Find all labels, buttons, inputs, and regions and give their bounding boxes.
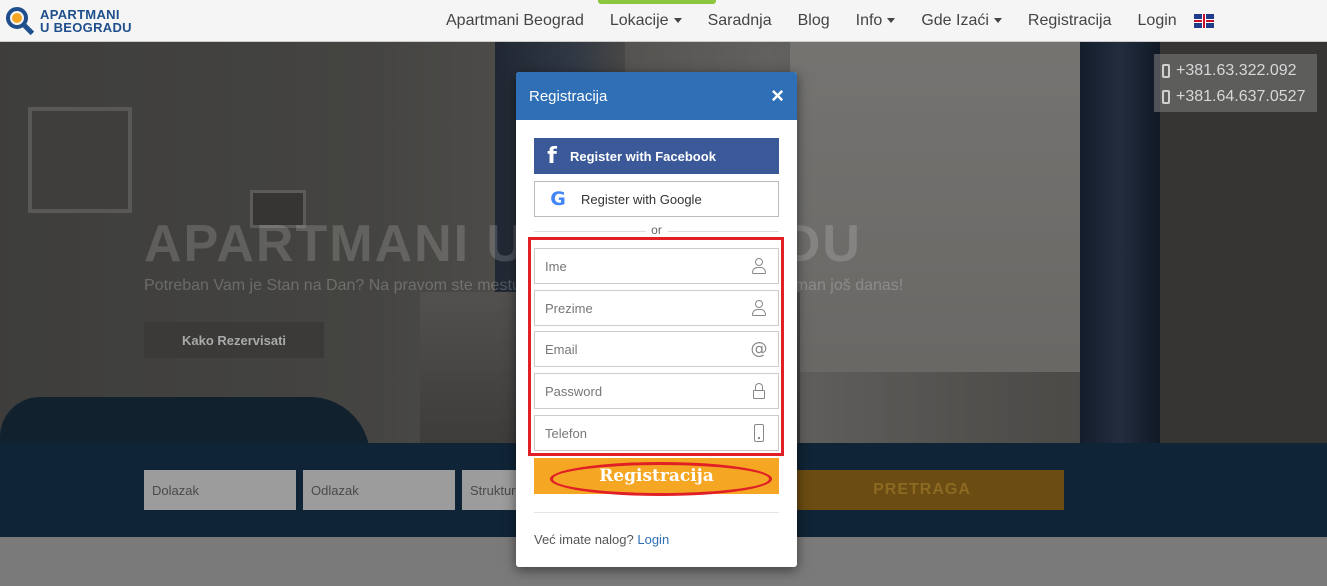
arrival-date-input[interactable]: Dolazak xyxy=(144,470,296,510)
login-link[interactable]: Login xyxy=(637,532,669,547)
nav-item-gde-izaci[interactable]: Gde Izaći xyxy=(908,12,1015,30)
lock-icon xyxy=(750,382,768,400)
nav-item-label: Registracija xyxy=(1027,12,1112,29)
top-navbar: APARTMANI U BEOGRADU Apartmani Beograd L… xyxy=(0,0,1327,42)
modal-footer: Već imate nalog? Login xyxy=(534,532,669,547)
search-button[interactable]: PRETRAGA xyxy=(780,470,1064,510)
caret-down-icon xyxy=(673,18,682,24)
modal-divider xyxy=(534,512,779,513)
nav-item-label: Login xyxy=(1137,12,1177,29)
phone-input[interactable] xyxy=(545,425,735,441)
user-icon xyxy=(750,257,768,275)
nav-item-lokacije[interactable]: Lokacije xyxy=(597,12,695,30)
logo-text: APARTMANI U BEOGRADU xyxy=(40,8,132,34)
mobile-phone-icon xyxy=(1162,90,1170,104)
modal-title: Registracija xyxy=(529,87,608,105)
caret-down-icon xyxy=(993,18,1002,24)
register-google-button[interactable]: G Register with Google xyxy=(534,181,779,217)
phone-number: +381.63.322.092 xyxy=(1176,62,1297,79)
phone-field[interactable] xyxy=(534,415,779,451)
nav-item-label: Saradnja xyxy=(707,12,772,29)
nav-item-apartmani-beograd[interactable]: Apartmani Beograd xyxy=(433,12,597,30)
close-icon[interactable]: × xyxy=(771,85,784,107)
nav-item-registracija[interactable]: Registracija xyxy=(1015,12,1125,30)
registration-modal: Registracija × f Register with Facebook … xyxy=(516,72,797,567)
facebook-button-label: Register with Facebook xyxy=(570,148,716,164)
nav-item-label: Apartmani Beograd xyxy=(446,12,584,29)
footer-prefix-text: Već imate nalog? xyxy=(534,532,634,547)
facebook-icon: f xyxy=(547,143,557,169)
nav-item-label: Info xyxy=(855,12,883,29)
nav-item-saradnja[interactable]: Saradnja xyxy=(695,12,785,30)
or-divider: or xyxy=(534,223,779,239)
nav-item-label: Blog xyxy=(797,12,830,29)
nav-item-label: Lokacije xyxy=(609,12,669,29)
uk-flag-icon[interactable] xyxy=(1193,14,1214,28)
phone-number: +381.64.637.0527 xyxy=(1176,88,1306,105)
first-name-input[interactable] xyxy=(545,258,735,274)
mobile-phone-icon xyxy=(1162,64,1170,78)
register-submit-button[interactable]: Registracija xyxy=(534,458,779,494)
google-button-label: Register with Google xyxy=(581,191,702,207)
at-sign-icon: @ xyxy=(750,339,768,359)
departure-date-input[interactable]: Odlazak xyxy=(303,470,455,510)
password-input[interactable] xyxy=(545,383,735,399)
first-name-field[interactable] xyxy=(534,248,779,284)
magnifier-logo-icon xyxy=(4,5,36,37)
register-facebook-button[interactable]: f Register with Facebook xyxy=(534,138,779,174)
caret-down-icon xyxy=(887,18,896,24)
last-name-field[interactable] xyxy=(534,290,779,326)
user-icon xyxy=(750,299,768,317)
email-input[interactable] xyxy=(545,341,735,357)
email-field[interactable]: @ xyxy=(534,331,779,367)
mobile-phone-icon xyxy=(750,424,768,442)
phone-line[interactable]: +381.64.637.0527 xyxy=(1160,84,1311,110)
last-name-input[interactable] xyxy=(545,300,735,316)
nav-links: Apartmani Beograd Lokacije Saradnja Blog… xyxy=(433,0,1214,42)
modal-header: Registracija × xyxy=(516,72,797,120)
phone-line[interactable]: +381.63.322.092 xyxy=(1160,58,1311,84)
site-logo[interactable]: APARTMANI U BEOGRADU xyxy=(4,5,132,37)
or-text: or xyxy=(645,223,668,237)
how-to-book-button[interactable]: Kako Rezervisati xyxy=(144,322,324,358)
logo-line2: U BEOGRADU xyxy=(40,20,132,35)
nav-item-label: Gde Izaći xyxy=(921,12,989,29)
nav-item-blog[interactable]: Blog xyxy=(785,12,843,30)
phone-numbers-box: +381.63.322.092 +381.64.637.0527 xyxy=(1154,54,1317,112)
nav-item-login[interactable]: Login xyxy=(1125,12,1190,30)
nav-item-info[interactable]: Info xyxy=(843,12,909,30)
google-icon: G xyxy=(550,188,566,210)
password-field[interactable] xyxy=(534,373,779,409)
